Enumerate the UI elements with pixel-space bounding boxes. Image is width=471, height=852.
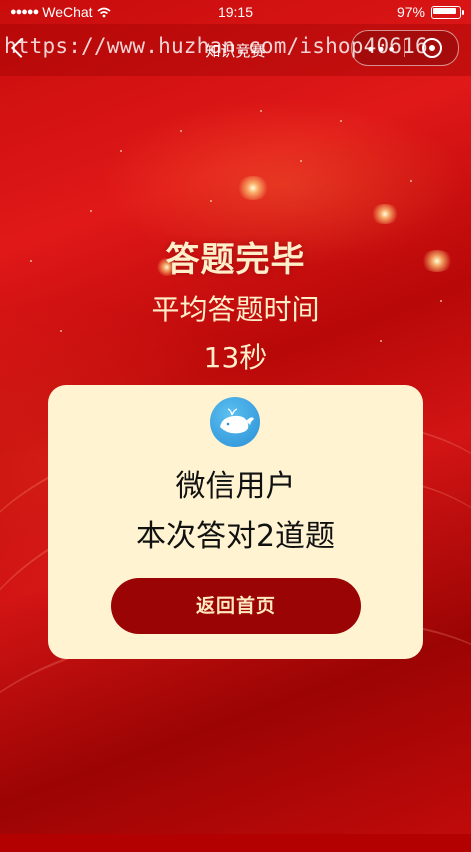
average-time-label: 平均答题时间 [151, 293, 320, 326]
status-bar: ●●●●● WeChat 19:15 97% [0, 0, 471, 24]
result-card: 微信用户 本次答对2道题 返回首页 [48, 385, 423, 659]
sparkle [300, 160, 302, 162]
sparkle [180, 130, 182, 132]
sparkle [120, 150, 122, 152]
user-name: 微信用户 [175, 469, 296, 504]
average-time-value: 13秒 [203, 341, 268, 374]
sparkle [60, 330, 62, 332]
result-title: 答题完毕 [165, 240, 306, 280]
sparkle [90, 210, 92, 212]
sparkle [410, 180, 412, 182]
light-flare [236, 176, 270, 200]
battery-percent: 97% [396, 4, 425, 20]
battery-icon [431, 5, 464, 19]
url-watermark: https://www.huzhan.com/ishop40616 [4, 34, 428, 58]
sparkle [260, 110, 262, 112]
whale-avatar-icon [210, 397, 260, 447]
light-flare [370, 204, 400, 224]
return-home-button[interactable]: 返回首页 [111, 578, 361, 634]
sparkle [210, 200, 212, 202]
score-summary: 本次答对2道题 [135, 519, 336, 554]
sparkle [340, 120, 342, 122]
status-right: 97% [396, 4, 464, 20]
